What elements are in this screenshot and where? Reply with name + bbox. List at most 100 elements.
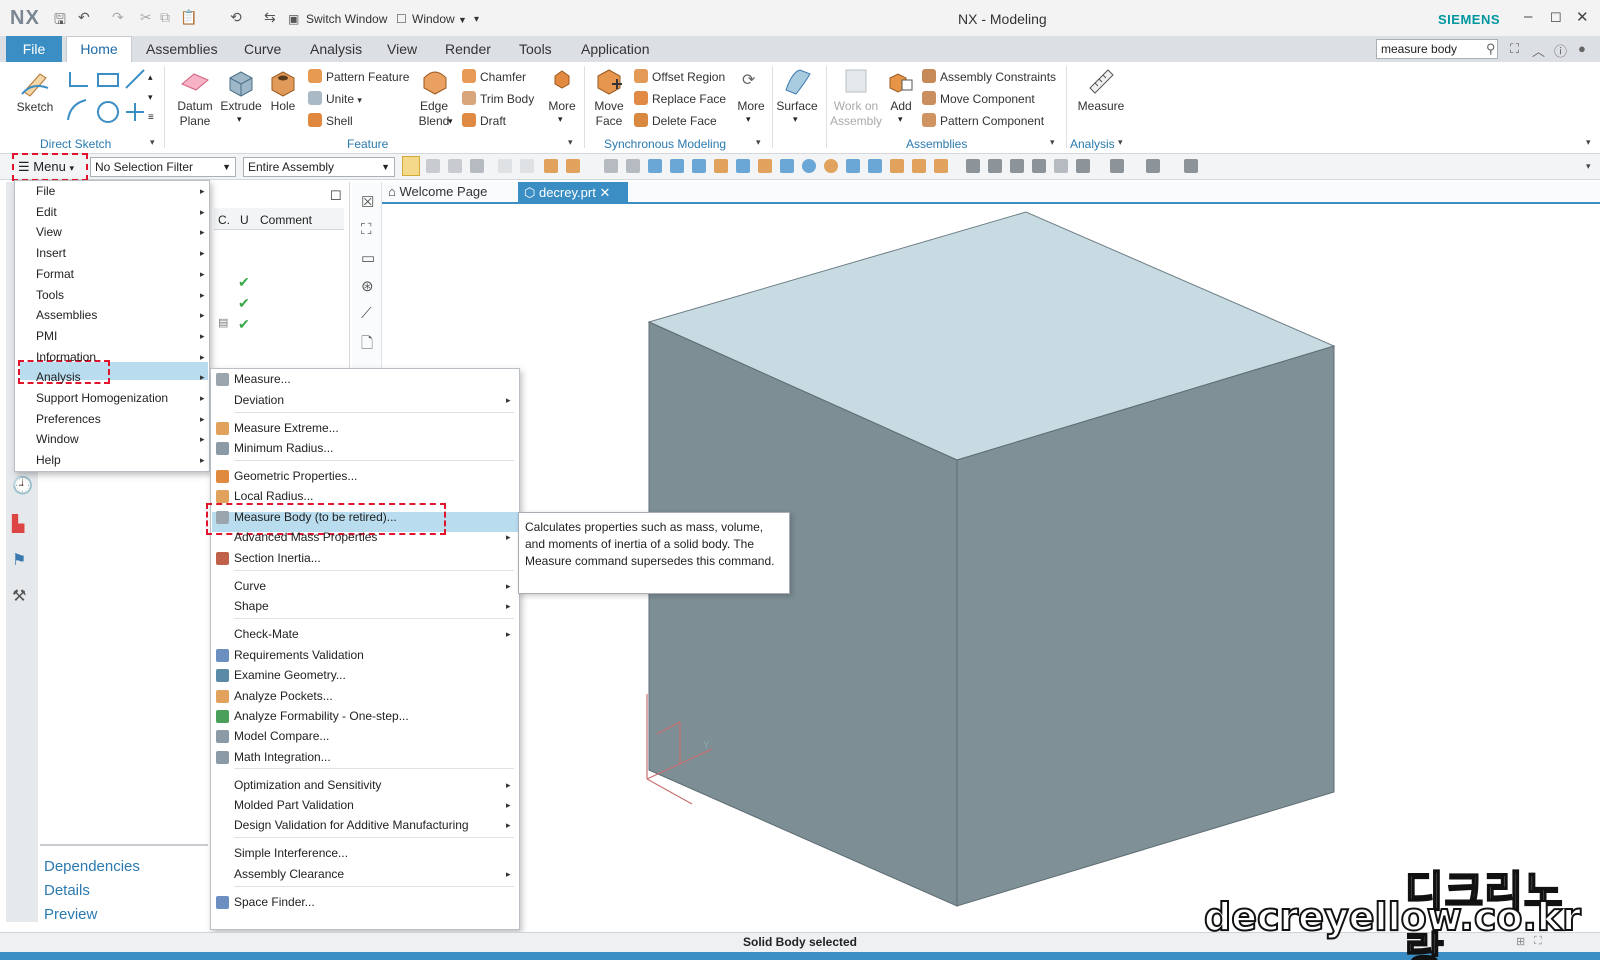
analysis-menu-icon[interactable]: ▾ [1118, 137, 1123, 148]
new-sheet-icon[interactable]: 🗋 [361, 333, 373, 358]
main-menu-item-preferences[interactable]: Preferences [36, 412, 101, 426]
offset-region-button[interactable]: Offset Region [634, 69, 725, 84]
analysis-item-section-inertia[interactable]: Section Inertia... [234, 551, 321, 565]
more-sync-dropdown-icon[interactable]: ▾ [746, 114, 751, 125]
snap-point-icon[interactable] [912, 159, 926, 173]
main-menu-item-insert[interactable]: Insert [36, 246, 66, 260]
view-tool-icon[interactable] [966, 159, 980, 173]
analysis-item-analyze-pockets[interactable]: Analyze Pockets... [234, 689, 333, 703]
tools-icon[interactable]: ⚒ [12, 586, 26, 606]
selection-filter-dropdown[interactable]: No Selection Filter ▼ [90, 157, 236, 177]
analysis-item-simple-interference[interactable]: Simple Interference... [234, 846, 348, 860]
sketch-gallery-icon[interactable]: ≡ [148, 112, 154, 123]
analysis-item-model-compare[interactable]: Model Compare... [234, 729, 329, 743]
work-on-assembly-button[interactable]: Work on Assembly [830, 99, 882, 129]
assembly-constraints-button[interactable]: Assembly Constraints [922, 69, 1056, 84]
palette-icon[interactable]: ▙ [12, 514, 24, 534]
surface-button[interactable]: Surface [774, 99, 820, 114]
sketch-expand-icon[interactable]: ▾ [148, 92, 153, 103]
extrude-dropdown-icon[interactable]: ▾ [237, 114, 242, 125]
command-search-input[interactable] [1376, 39, 1498, 59]
column-header-c[interactable]: C. [218, 213, 230, 227]
hole-button[interactable]: Hole [266, 99, 300, 114]
tab-tools[interactable]: Tools [519, 41, 552, 57]
view-tool-icon[interactable] [1146, 159, 1160, 173]
edge-blend-icon[interactable] [420, 66, 450, 96]
snap-point-icon[interactable] [736, 159, 750, 173]
snap-point-icon[interactable] [846, 159, 860, 173]
snap-point-icon[interactable] [824, 159, 838, 173]
view-tool-icon[interactable] [1010, 159, 1024, 173]
analysis-item-requirements-validation[interactable]: Requirements Validation [234, 648, 364, 662]
window-button[interactable]: Window [412, 12, 455, 26]
snap-point-icon[interactable] [890, 159, 904, 173]
surface-icon[interactable] [782, 66, 812, 96]
column-header-comment[interactable]: Comment [260, 213, 312, 227]
add-component-icon[interactable] [886, 66, 916, 96]
pattern-component-button[interactable]: Pattern Component [922, 113, 1044, 128]
select-tool-icon[interactable] [470, 159, 484, 173]
cut-icon[interactable]: ✂ [140, 9, 152, 26]
analysis-item-assembly-clearance[interactable]: Assembly Clearance [234, 867, 344, 881]
tab-part-file[interactable]: ⬡ decrey.prt ✕ [518, 182, 628, 204]
analysis-item-analyze-formability-one-step[interactable]: Analyze Formability - One-step... [234, 709, 409, 723]
panel-preview[interactable]: Preview [44, 906, 97, 923]
snap-point-icon[interactable] [670, 159, 684, 173]
analysis-item-examine-geometry[interactable]: Examine Geometry... [234, 668, 346, 682]
close-view-icon[interactable]: ☒ [361, 193, 374, 211]
analysis-item-shape[interactable]: Shape [234, 599, 269, 613]
unite-dropdown-icon[interactable]: ▾ [357, 95, 362, 105]
window-dropdown-icon[interactable]: ▼ [458, 15, 467, 25]
qat-customize-icon[interactable]: ▾ [474, 14, 479, 25]
analysis-item-local-radius[interactable]: Local Radius... [234, 489, 313, 503]
sketch-icon[interactable] [18, 68, 52, 98]
trim-body-button[interactable]: Trim Body [462, 91, 534, 106]
view-tool-icon[interactable] [1110, 159, 1124, 173]
layout-icon[interactable]: ▭ [361, 249, 375, 267]
analysis-item-measure[interactable]: Measure... [234, 372, 291, 386]
snap-point-icon[interactable] [714, 159, 728, 173]
sketch-button[interactable]: Sketch [14, 100, 56, 115]
snap-point-icon[interactable] [868, 159, 882, 173]
sketch-more-icon[interactable]: ▴ [148, 72, 153, 83]
navigator-maximize-icon[interactable]: ☐ [330, 188, 342, 204]
help-icon[interactable]: ⓘ [1554, 41, 1567, 60]
snap-point-icon[interactable] [648, 159, 662, 173]
tab-curve[interactable]: Curve [244, 41, 281, 57]
measure-view-icon[interactable]: ⟋ [361, 305, 372, 322]
select-tool-icon[interactable] [426, 159, 440, 173]
main-menu-item-tools[interactable]: Tools [36, 288, 64, 302]
sketch-curve-tools[interactable] [64, 68, 160, 126]
more-feature-button[interactable]: More [544, 99, 580, 114]
feature-menu-icon[interactable]: ▾ [568, 137, 573, 148]
ribbon-options-icon[interactable]: ▾ [1586, 137, 1591, 148]
analysis-item-advanced-mass-properties[interactable]: Advanced Mass Properties [234, 530, 377, 544]
snap-point-icon[interactable] [758, 159, 772, 173]
main-menu-item-view[interactable]: View [36, 225, 62, 239]
main-menu-item-format[interactable]: Format [36, 267, 74, 281]
tab-view[interactable]: View [387, 41, 417, 57]
snap-toggle-icon[interactable] [402, 156, 420, 176]
snap-point-icon[interactable] [692, 159, 706, 173]
hole-icon[interactable] [268, 68, 298, 98]
minimize-icon[interactable]: – [1524, 8, 1532, 25]
select-tool-icon[interactable] [604, 159, 618, 173]
view-tool-icon[interactable] [1076, 159, 1090, 173]
shell-button[interactable]: Shell [308, 113, 353, 128]
analysis-item-check-mate[interactable]: Check-Mate [234, 627, 299, 641]
main-menu-item-edit[interactable]: Edit [36, 205, 57, 219]
role-icon[interactable]: ⚑ [12, 550, 26, 570]
tab-render[interactable]: Render [445, 41, 491, 57]
fit-view-icon[interactable]: ⛶ [361, 221, 372, 238]
analysis-item-measure-body-to-be-retired[interactable]: Measure Body (to be retired)... [234, 510, 397, 524]
tab-analysis[interactable]: Analysis [310, 41, 362, 57]
analysis-item-curve[interactable]: Curve [234, 579, 266, 593]
move-face-icon[interactable] [594, 66, 624, 98]
paste-icon[interactable]: 📋 [180, 9, 197, 26]
select-tool-icon[interactable] [544, 159, 558, 173]
extrude-button[interactable]: Extrude [220, 99, 262, 114]
view-tool-icon[interactable] [1032, 159, 1046, 173]
selection-scope-dropdown[interactable]: Entire Assembly ▼ [243, 157, 395, 177]
repeat-icon[interactable]: ⟲ [230, 9, 242, 26]
analysis-item-molded-part-validation[interactable]: Molded Part Validation [234, 798, 354, 812]
